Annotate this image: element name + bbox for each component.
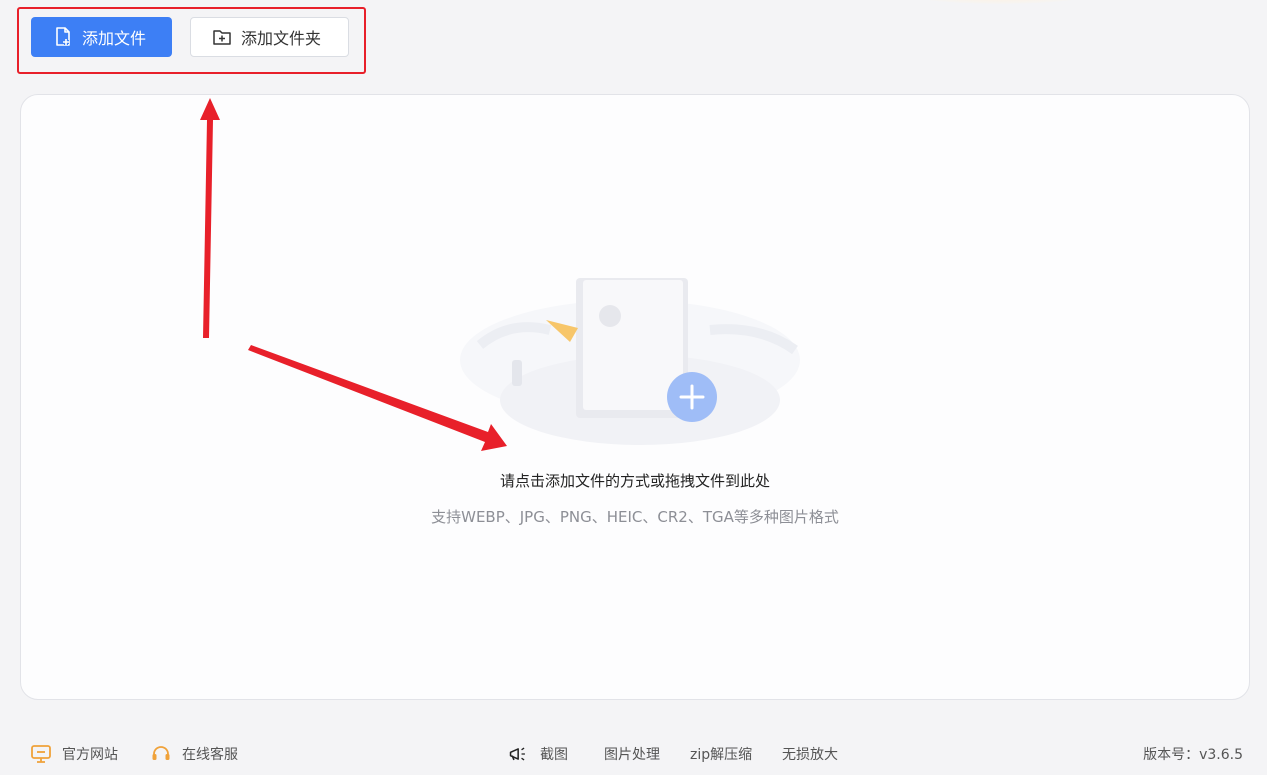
- official-site-label: 官方网站: [62, 747, 118, 763]
- megaphone-icon: [508, 744, 530, 764]
- empty-state-illustration: [460, 278, 800, 445]
- headset-icon: [150, 744, 172, 764]
- zip-tool-label: zip解压缩: [690, 747, 753, 763]
- lossless-zoom-link[interactable]: 无损放大: [782, 744, 838, 764]
- screenshot-label: 截图: [540, 747, 568, 763]
- lossless-zoom-label: 无损放大: [782, 747, 838, 763]
- decorative-glow: [900, 0, 1100, 4]
- official-site-link[interactable]: 官方网站: [30, 744, 118, 764]
- footer: 官方网站 在线客服 截图 图片处理 zip解压缩 无损放大 版本号：v3.6.5: [0, 728, 1267, 775]
- drop-hint-text: 请点击添加文件的方式或拖拽文件到此处: [499, 472, 770, 490]
- toolbar: 添加文件 添加文件夹: [0, 0, 1267, 90]
- screenshot-tool-link[interactable]: 截图: [508, 744, 568, 764]
- supported-formats-text: 支持WEBP、JPG、PNG、HEIC、CR2、TGA等多种图片格式: [431, 508, 839, 526]
- online-service-link[interactable]: 在线客服: [150, 744, 238, 764]
- monitor-icon: [30, 744, 52, 764]
- annotation-highlight-box: [17, 7, 366, 74]
- image-processing-link[interactable]: 图片处理: [604, 744, 660, 764]
- online-service-label: 在线客服: [182, 747, 238, 763]
- zip-tool-link[interactable]: zip解压缩: [690, 744, 752, 764]
- version-label: 版本号：v3.6.5: [1143, 747, 1243, 763]
- image-processing-label: 图片处理: [604, 747, 660, 763]
